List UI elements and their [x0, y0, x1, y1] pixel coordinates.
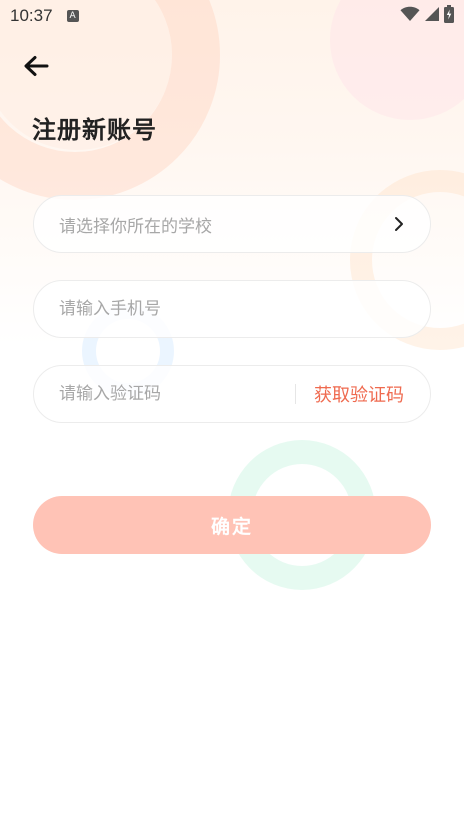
- verification-code-input[interactable]: [59, 384, 285, 404]
- get-code-button[interactable]: 获取验证码: [314, 381, 404, 407]
- wifi-icon: [400, 6, 420, 26]
- confirm-button[interactable]: 确定: [33, 496, 431, 554]
- page-title: 注册新账号: [32, 116, 157, 144]
- school-select-placeholder: 请选择你所在的学校: [59, 216, 212, 237]
- back-button[interactable]: [18, 50, 54, 86]
- verification-code-field: 获取验证码: [33, 365, 431, 423]
- divider: [295, 384, 296, 404]
- status-right: [400, 5, 454, 27]
- chevron-right-icon: [392, 215, 406, 233]
- phone-field: [33, 280, 431, 338]
- status-time: 10:37: [10, 6, 53, 25]
- phone-input[interactable]: [59, 299, 406, 319]
- school-select[interactable]: 请选择你所在的学校: [33, 195, 431, 253]
- app-notification-icon: A: [66, 10, 79, 22]
- cell-signal-icon: [424, 6, 440, 26]
- arrow-left-icon: [23, 55, 49, 81]
- battery-charging-icon: [444, 5, 454, 27]
- register-screen: 10:37 A 注册新账号 请选择你所在的学校 请输入手机号 请输入验证码 获取…: [0, 0, 464, 824]
- status-bar: 10:37 A: [0, 0, 464, 32]
- status-left: 10:37 A: [10, 6, 79, 26]
